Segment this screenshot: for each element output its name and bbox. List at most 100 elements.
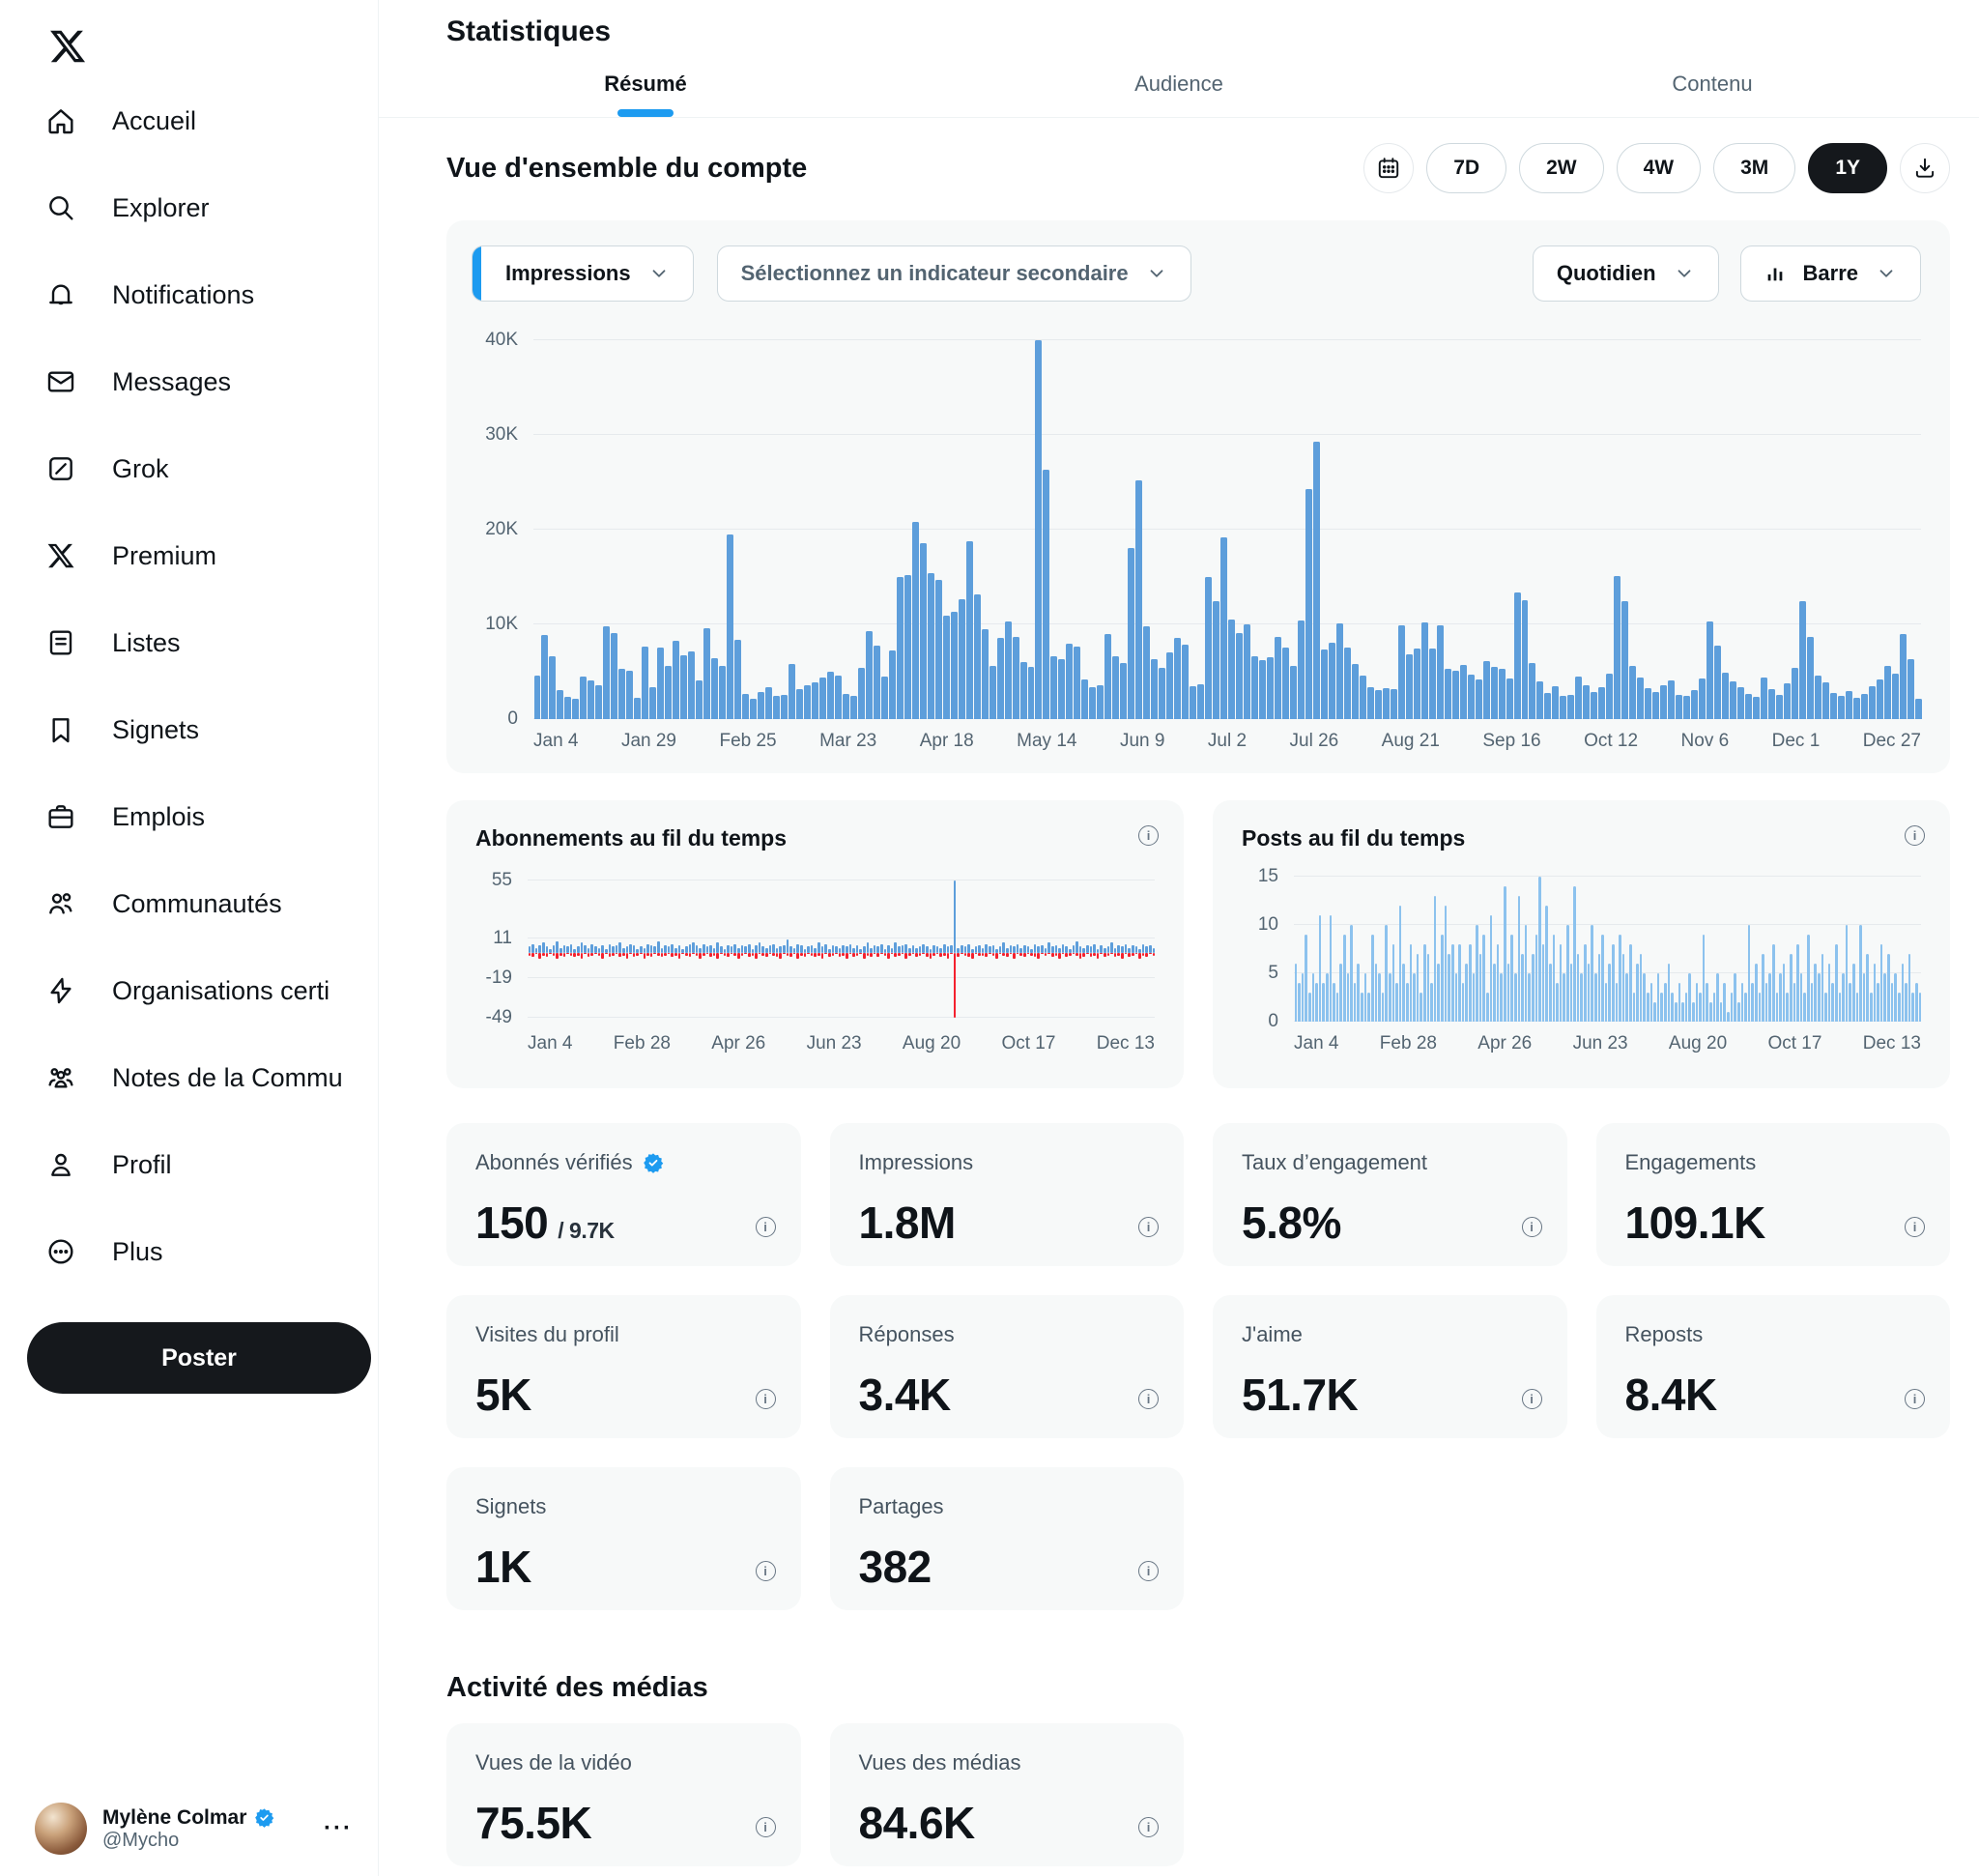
bar — [1668, 964, 1671, 1022]
sidebar-item-accueil[interactable]: Accueil — [0, 77, 378, 164]
bar — [1856, 993, 1859, 1022]
info-icon[interactable]: i — [1522, 1389, 1542, 1409]
sidebar-item-emplois[interactable]: Emplois — [0, 773, 378, 860]
people-icon — [44, 887, 77, 920]
sidebar-item-plus[interactable]: Plus — [0, 1208, 378, 1295]
calendar-button[interactable] — [1363, 143, 1414, 193]
bar — [1751, 983, 1754, 1022]
bar — [1399, 906, 1402, 1022]
bar — [1460, 665, 1467, 719]
diverging-bar — [590, 877, 593, 1022]
diverging-bar — [1002, 877, 1005, 1022]
sidebar-item-explorer[interactable]: Explorer — [0, 164, 378, 251]
bar — [1326, 973, 1329, 1022]
bar — [1313, 442, 1320, 719]
sidebar-item-grok[interactable]: Grok — [0, 425, 378, 512]
range-7d[interactable]: 7D — [1426, 143, 1506, 193]
tab-audience[interactable]: Audience — [912, 50, 1446, 117]
diverging-bar — [531, 877, 534, 1022]
bar — [1549, 964, 1552, 1022]
x-tick-label: Jun 9 — [1120, 731, 1164, 752]
bar — [1020, 662, 1027, 719]
info-icon[interactable]: i — [756, 1389, 776, 1409]
bar — [1482, 935, 1485, 1022]
bar — [1567, 695, 1574, 719]
info-icon[interactable]: i — [1905, 1217, 1925, 1237]
chart-type-dropdown[interactable]: Barre — [1740, 245, 1921, 302]
metric-accent-bar — [473, 246, 481, 301]
sidebar-item-profil[interactable]: Profil — [0, 1121, 378, 1208]
diverging-bar — [947, 877, 950, 1022]
x-tick-label: Oct 17 — [1001, 1033, 1055, 1054]
info-icon[interactable]: i — [756, 1217, 776, 1237]
info-icon[interactable]: i — [1138, 825, 1159, 846]
stat-card-signets: Signets1K i — [446, 1467, 801, 1610]
bar — [1458, 944, 1461, 1022]
bar — [1497, 944, 1500, 1022]
sidebar-item-listes[interactable]: Listes — [0, 599, 378, 686]
range-4w[interactable]: 4W — [1617, 143, 1702, 193]
bar — [1842, 973, 1845, 1022]
diverging-bar — [957, 877, 960, 1022]
diverging-bar — [681, 877, 684, 1022]
diverging-bar — [731, 877, 733, 1022]
primary-metric-dropdown[interactable]: Impressions — [472, 245, 694, 302]
bar — [1560, 696, 1566, 719]
post-button[interactable]: Poster — [27, 1322, 371, 1394]
info-icon[interactable]: i — [1905, 1389, 1925, 1409]
range-3m[interactable]: 3M — [1713, 143, 1795, 193]
bar — [1790, 954, 1793, 1022]
bar — [1430, 983, 1433, 1022]
bar — [1398, 625, 1405, 719]
account-switcher[interactable]: Mylène Colmar @Mycho ··· — [35, 1803, 353, 1855]
x-tick-label: Apr 18 — [920, 731, 974, 752]
range-1y[interactable]: 1Y — [1808, 143, 1887, 193]
info-icon[interactable]: i — [1138, 1561, 1159, 1581]
diverging-bar — [1097, 877, 1100, 1022]
bar — [1625, 973, 1628, 1022]
diverging-bar — [716, 877, 719, 1022]
info-icon[interactable]: i — [1905, 825, 1925, 846]
sidebar-item-signets[interactable]: Signets — [0, 686, 378, 773]
sidebar-item-label: Emplois — [112, 802, 205, 832]
sidebar-item-messages[interactable]: Messages — [0, 338, 378, 425]
diverging-bar — [653, 877, 656, 1022]
diverging-bar — [985, 877, 988, 1022]
bar — [1392, 944, 1395, 1022]
diverging-bar — [689, 877, 692, 1022]
tab-contenu[interactable]: Contenu — [1446, 50, 1979, 117]
info-icon[interactable]: i — [1138, 1817, 1159, 1837]
range-2w[interactable]: 2W — [1519, 143, 1604, 193]
secondary-metric-dropdown[interactable]: Sélectionnez un indicateur secondaire — [717, 245, 1191, 302]
diverging-bar — [1090, 877, 1093, 1022]
bar — [1174, 638, 1181, 719]
diverging-bar — [1104, 877, 1106, 1022]
bar — [1616, 983, 1619, 1022]
download-button[interactable] — [1900, 143, 1950, 193]
bar — [1645, 688, 1651, 719]
bar — [1688, 973, 1691, 1022]
x-tick-label: Jan 4 — [528, 1033, 572, 1054]
profile-name: Mylène Colmar — [102, 1806, 246, 1830]
sidebar-item-organisations[interactable]: Organisations certi — [0, 947, 378, 1034]
x-tick-label: Jul 26 — [1290, 731, 1339, 752]
profile-more-button[interactable]: ··· — [324, 1815, 353, 1842]
x-logo[interactable] — [43, 21, 93, 72]
sidebar-item-notifications[interactable]: Notifications — [0, 251, 378, 338]
tab-resume[interactable]: Résumé — [379, 50, 912, 117]
diverging-bar — [982, 877, 985, 1022]
sidebar-item-communautes[interactable]: Communautés — [0, 860, 378, 947]
info-icon[interactable]: i — [756, 1561, 776, 1581]
bar — [1762, 954, 1764, 1022]
bar — [951, 612, 958, 719]
sidebar-item-premium[interactable]: Premium — [0, 512, 378, 599]
x-tick-label: Oct 12 — [1584, 731, 1638, 752]
info-icon[interactable]: i — [756, 1817, 776, 1837]
info-icon[interactable]: i — [1138, 1389, 1159, 1409]
granularity-dropdown[interactable]: Quotidien — [1533, 245, 1719, 302]
bar — [1058, 659, 1065, 719]
sidebar-item-community-notes[interactable]: Notes de la Commu — [0, 1034, 378, 1121]
bar — [1598, 954, 1601, 1022]
info-icon[interactable]: i — [1138, 1217, 1159, 1237]
info-icon[interactable]: i — [1522, 1217, 1542, 1237]
